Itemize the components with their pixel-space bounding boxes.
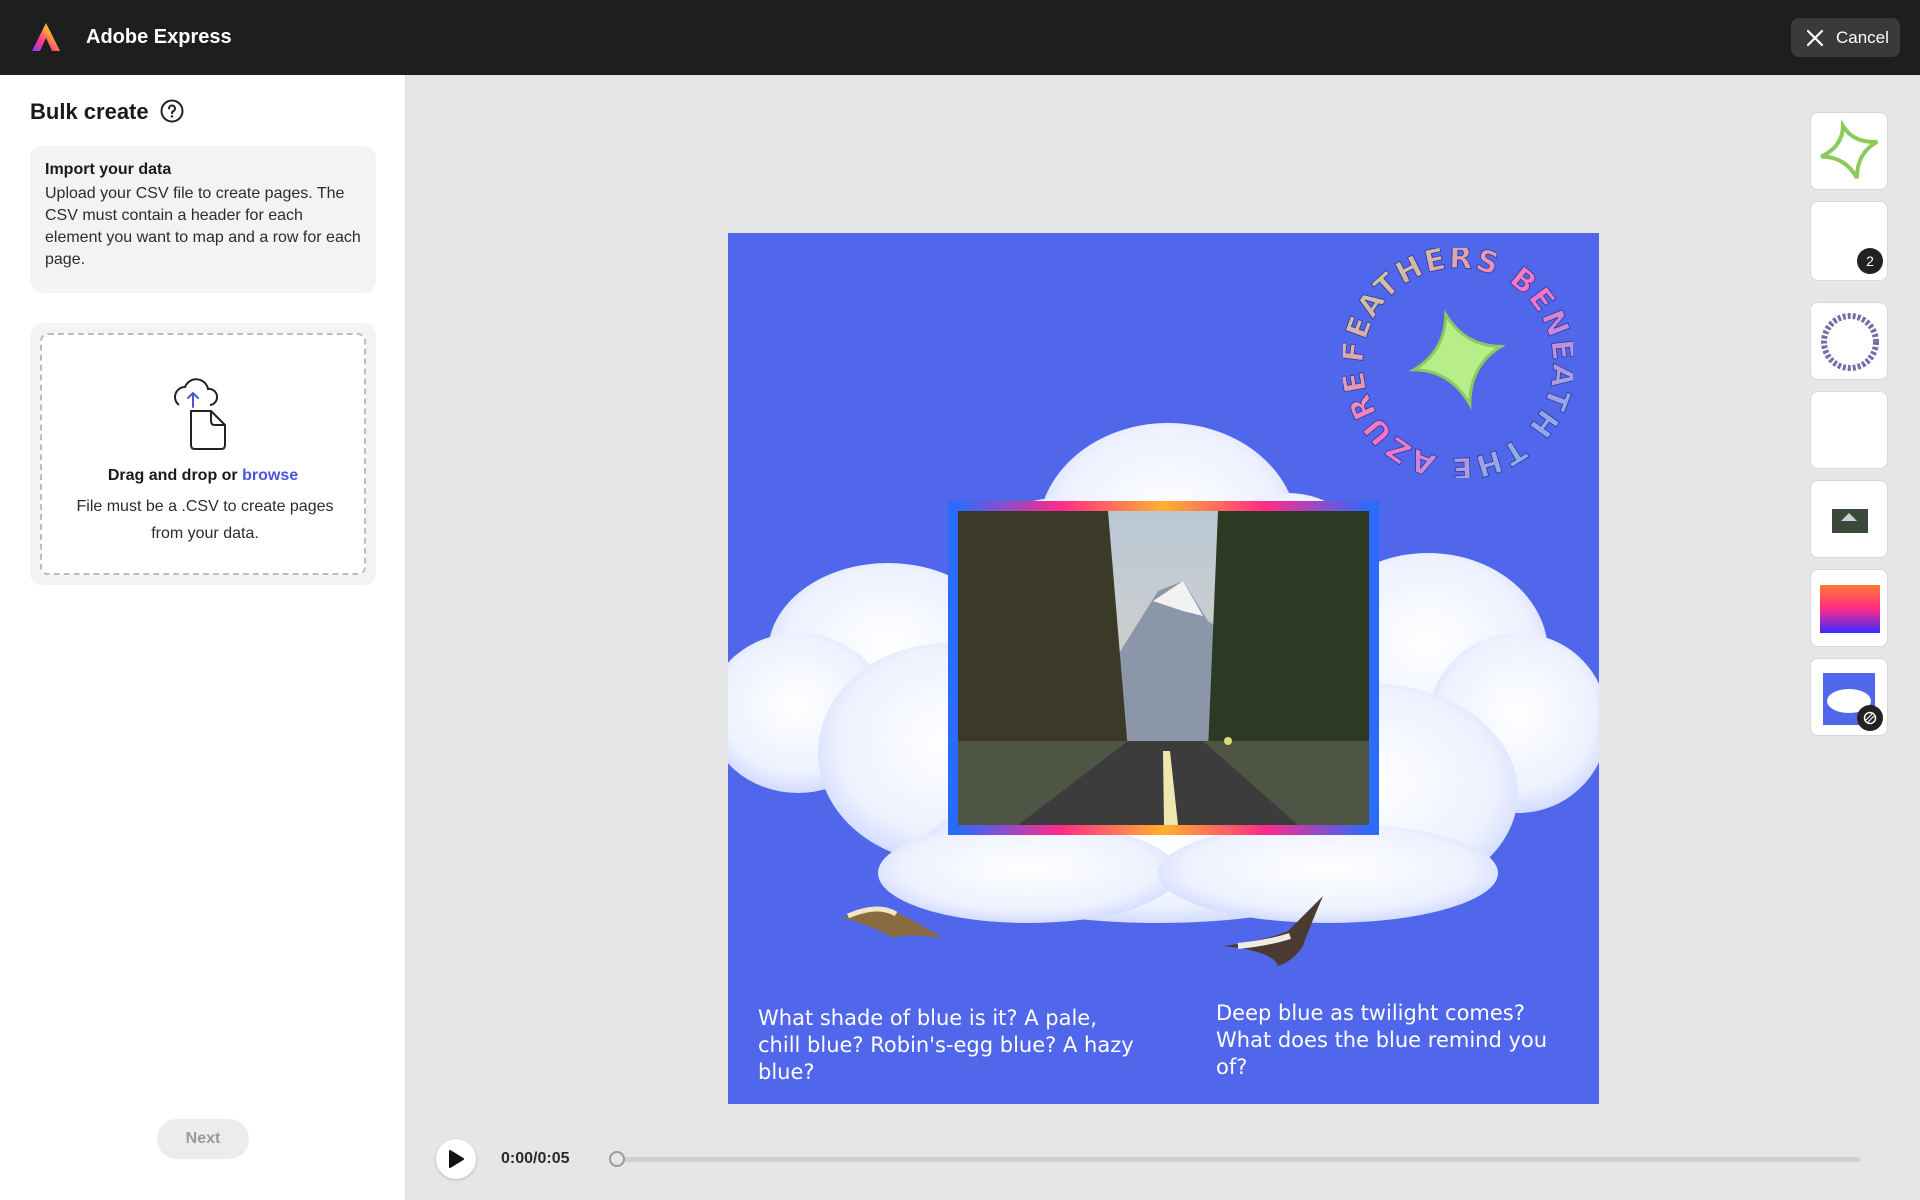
close-icon xyxy=(1806,29,1824,46)
bird-left-image xyxy=(843,906,943,938)
star-shape-icon xyxy=(1820,119,1879,180)
csv-dropzone[interactable]: Drag and drop or browse File must be a .… xyxy=(40,333,366,575)
layer-thumb-blank[interactable] xyxy=(1810,391,1888,469)
layer-thumb-gradient-frame[interactable] xyxy=(1810,569,1888,647)
gradient-frame-icon xyxy=(1820,585,1880,633)
cancel-button[interactable]: Cancel xyxy=(1791,18,1900,57)
layer-thumb-star[interactable] xyxy=(1810,112,1888,190)
playback-time: 0:00/0:05 xyxy=(501,1150,570,1167)
circular-text-badge[interactable]: FEATHERS BENEATH THE AZURE xyxy=(1343,248,1573,478)
layer-thumb-group[interactable]: 2 xyxy=(1810,201,1888,281)
play-button[interactable] xyxy=(436,1139,476,1179)
browse-link[interactable]: browse xyxy=(242,467,298,484)
layer-thumb-clouds-background[interactable] xyxy=(1810,658,1888,736)
adobe-express-logo-icon[interactable] xyxy=(30,21,62,53)
layer-thumb-photo[interactable] xyxy=(1810,480,1888,558)
upload-file-icon xyxy=(174,378,226,450)
dropzone-instruction: Drag and drop or browse xyxy=(42,467,364,485)
dropzone-note: File must be a .CSV to create pages from… xyxy=(76,498,334,542)
next-button[interactable]: Next xyxy=(157,1119,249,1159)
photo-icon xyxy=(1832,509,1868,533)
bird-right-image xyxy=(1223,896,1323,966)
import-info-card: Import your data Upload your CSV file to… xyxy=(30,146,376,293)
design-canvas[interactable]: FEATHERS BENEATH THE AZURE xyxy=(728,233,1599,1104)
help-icon[interactable] xyxy=(160,99,184,123)
info-title: Import your data xyxy=(45,161,172,178)
circular-text-icon xyxy=(1821,313,1879,371)
star-shape-icon xyxy=(1408,309,1507,411)
play-icon xyxy=(449,1150,464,1168)
landscape-photo xyxy=(958,511,1369,825)
cancel-label: Cancel xyxy=(1836,27,1889,47)
landscape-photo-frame[interactable] xyxy=(948,501,1379,835)
layer-thumb-circular-text[interactable] xyxy=(1810,302,1888,380)
caption-left[interactable]: What shade of blue is it? A pale, chill … xyxy=(758,1005,1138,1086)
info-text: Upload your CSV file to create pages. Th… xyxy=(45,185,361,268)
scrubber-handle[interactable] xyxy=(609,1151,625,1167)
bulk-create-panel: Bulk create Import your data Upload your… xyxy=(0,75,406,1200)
background-lock-icon xyxy=(1857,705,1883,731)
caption-right[interactable]: Deep blue as twilight comes? What does t… xyxy=(1216,1000,1576,1081)
app-title: Adobe Express xyxy=(86,26,232,48)
dropzone-prefix: Drag and drop or xyxy=(107,467,243,484)
panel-title: Bulk create xyxy=(30,99,149,124)
layer-count-badge: 2 xyxy=(1857,248,1883,274)
top-bar: Adobe Express Cancel xyxy=(0,0,1920,75)
dropzone-container: Drag and drop or browse File must be a .… xyxy=(30,323,376,585)
playback-scrubber[interactable] xyxy=(612,1157,1860,1162)
